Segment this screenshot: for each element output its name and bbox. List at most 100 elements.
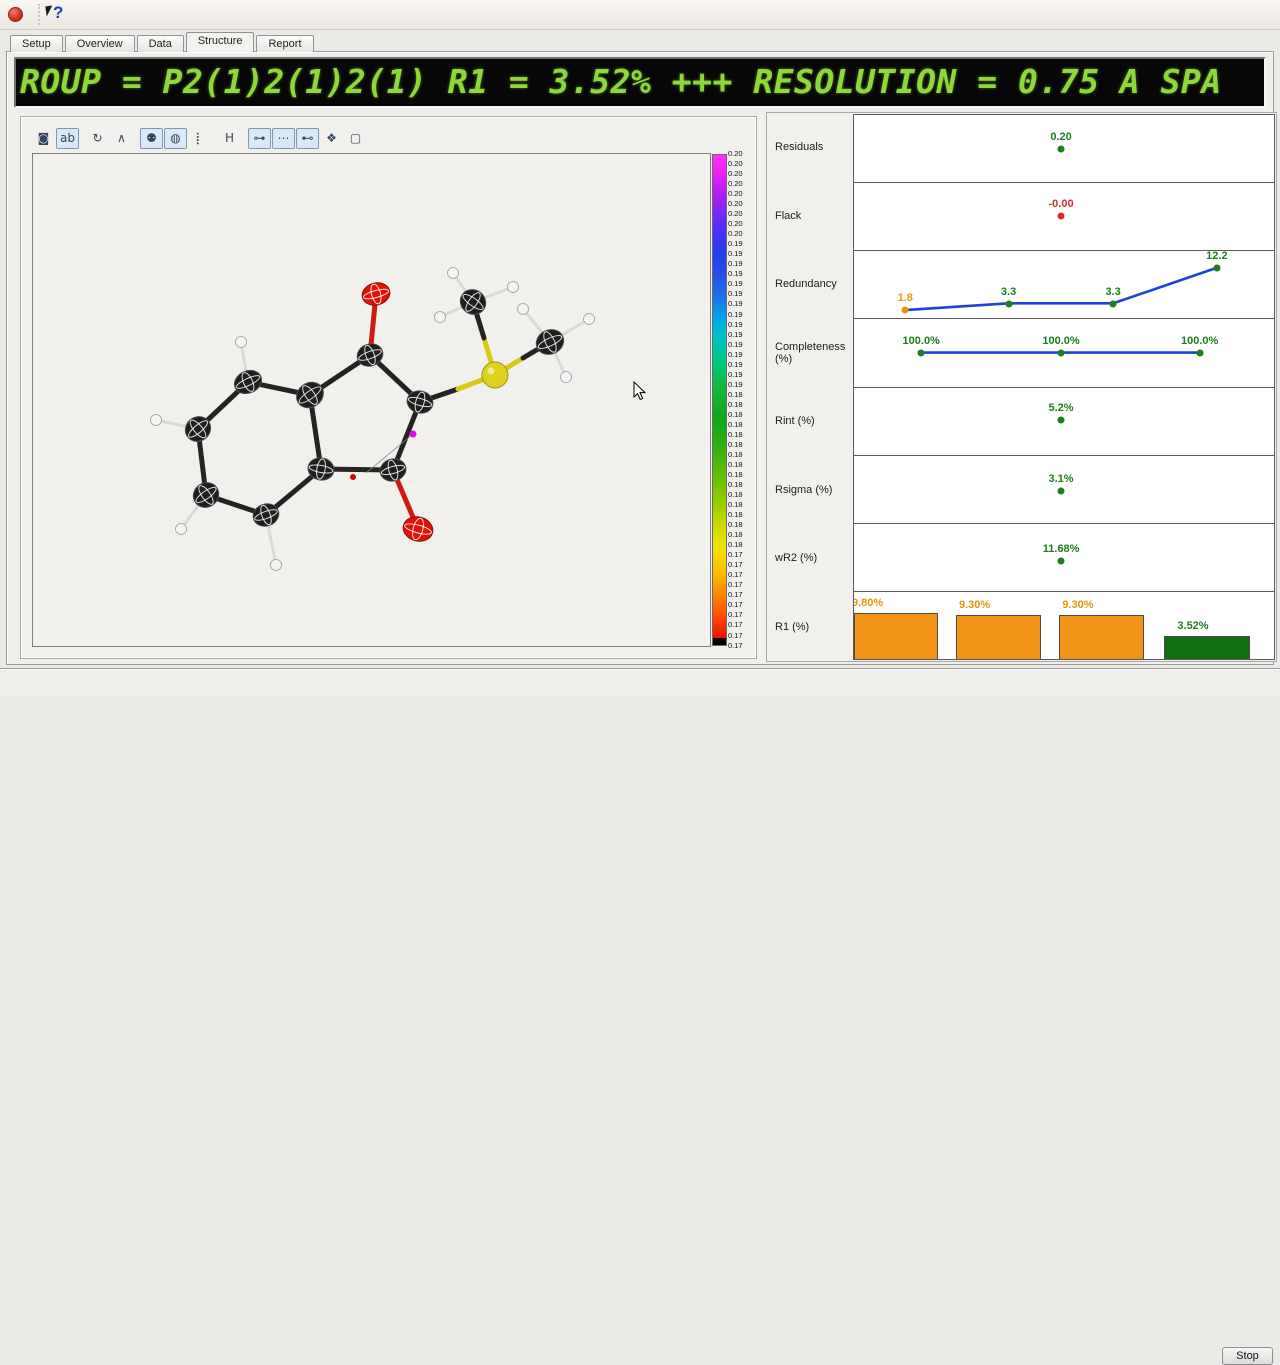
scale-tick-label: 0.17: [728, 642, 758, 650]
packing-icon[interactable]: ⡇: [188, 128, 211, 149]
hydrogens-toggle-icon[interactable]: H: [218, 128, 241, 149]
scale-tick-label: 0.19: [728, 290, 758, 298]
data-point-label: 100.0%: [1181, 335, 1218, 347]
scale-tick-label: 0.19: [728, 361, 758, 369]
top-toolbar: ?: [0, 0, 1280, 30]
scale-tick-label: 0.20: [728, 180, 758, 188]
tab-structure[interactable]: Structure: [186, 32, 255, 52]
oxygen-ellipsoid: [400, 514, 435, 545]
r1-bar: [854, 613, 938, 659]
stat-chart-completeness-: 100.0%100.0%100.0%: [854, 319, 1274, 387]
scale-tick-label: 0.20: [728, 200, 758, 208]
stop-record-icon[interactable]: [8, 7, 23, 22]
bond-distance-icon[interactable]: ⊶: [248, 128, 271, 149]
atom-labels-icon[interactable]: ab: [56, 128, 79, 149]
scale-tick-label: 0.18: [728, 431, 758, 439]
stat-row-labels: ResidualsFlackRedundancyCompleteness (%)…: [767, 113, 854, 661]
stop-button[interactable]: Stop: [1222, 1347, 1273, 1365]
stat-chart-residuals: 0.20: [854, 115, 1274, 183]
stat-label: Redundancy: [767, 250, 854, 319]
marker-dot: [410, 431, 417, 438]
scale-tick-label: 0.18: [728, 491, 758, 499]
r1-bar: [1059, 615, 1144, 659]
sulfur-atom: [482, 362, 508, 388]
lasso-select-icon[interactable]: ▢: [344, 128, 367, 149]
data-point: [1110, 300, 1117, 307]
collapse-icon[interactable]: ∧: [110, 128, 133, 149]
scale-tick-label: 0.18: [728, 521, 758, 529]
question-mark-icon: ?: [53, 3, 63, 23]
scale-tick-label: 0.20: [728, 160, 758, 168]
carbon-ellipsoid: [292, 377, 329, 413]
auto-rotate-icon[interactable]: ↻: [86, 128, 109, 149]
thermal-color-scale-bar: [712, 154, 727, 646]
scale-tick-label: 0.20: [728, 150, 758, 158]
scale-tick-label: 0.17: [728, 571, 758, 579]
scale-tick-label: 0.18: [728, 481, 758, 489]
tab-setup[interactable]: Setup: [10, 35, 63, 52]
oxygen-ellipsoid: [360, 280, 393, 308]
led-marquee: ROUP = P2(1)2(1)2(1) R1 = 3.52% +++ RESO…: [14, 57, 1266, 108]
scale-tick-label: 0.18: [728, 441, 758, 449]
scale-tick-label: 0.17: [728, 611, 758, 619]
stat-chart-wr2-: 11.68%: [854, 524, 1274, 592]
stat-label: Residuals: [767, 113, 854, 182]
data-point-label: 12.2: [1206, 251, 1227, 262]
tab-overview[interactable]: Overview: [65, 35, 135, 52]
r1-bar-label: 9.80%: [854, 597, 883, 609]
data-point-label: 11.68%: [1043, 543, 1080, 555]
data-point-label: 5.2%: [1049, 402, 1074, 414]
data-point: [1058, 488, 1065, 495]
scale-tick-label: 0.19: [728, 371, 758, 379]
stat-label: Rint (%): [767, 387, 854, 456]
screenshot-camera-icon[interactable]: ◙: [32, 128, 55, 149]
color-scale-labels: 0.200.200.200.200.200.200.200.200.200.19…: [728, 150, 758, 650]
scale-tick-label: 0.19: [728, 270, 758, 278]
stat-label: Rsigma (%): [767, 456, 854, 525]
led-marquee-text: ROUP = P2(1)2(1)2(1) R1 = 3.52% +++ RESO…: [16, 59, 1264, 105]
carbon-ellipsoid: [188, 478, 223, 513]
data-point: [1058, 557, 1065, 564]
scale-tick-label: 0.18: [728, 511, 758, 519]
scale-tick-label: 0.19: [728, 240, 758, 248]
data-point: [1213, 265, 1220, 272]
data-point: [902, 307, 909, 314]
refinement-stats-panel: ResidualsFlackRedundancyCompleteness (%)…: [766, 112, 1277, 662]
spacefill-style-icon[interactable]: ◍: [164, 128, 187, 149]
scale-tick-label: 0.18: [728, 501, 758, 509]
scale-tick-label: 0.17: [728, 601, 758, 609]
viewer-toolbar: ◙ab ↻∧ ⚉◍⡇ H ⊶⋯⊷❖▢: [32, 128, 367, 149]
context-help-icon[interactable]: ?: [46, 3, 68, 27]
bond-angle-icon[interactable]: ⊷: [296, 128, 319, 149]
hydrogen-atom: [176, 524, 187, 535]
scale-tick-label: 0.20: [728, 230, 758, 238]
molecule-3d-canvas[interactable]: [32, 153, 711, 647]
stat-chart-flack: -0.00: [854, 183, 1274, 251]
ball-style-icon[interactable]: ⚉: [140, 128, 163, 149]
scale-tick-label: 0.18: [728, 471, 758, 479]
data-point: [1058, 145, 1065, 152]
color-scale-end-cap: [713, 638, 726, 645]
data-point: [1005, 300, 1012, 307]
tab-data[interactable]: Data: [137, 35, 184, 52]
tab-report[interactable]: Report: [256, 35, 313, 52]
stat-chart-r1-: 9.80%9.30%9.30%3.52%: [854, 592, 1274, 659]
structure-viewer-panel: ◙ab↻∧⚉◍⡇H⊶⋯⊷❖▢ 0.200.200.200.200.200.200…: [20, 116, 757, 659]
scale-tick-label: 0.19: [728, 331, 758, 339]
scale-tick-label: 0.17: [728, 551, 758, 559]
measure-dashed-icon[interactable]: ⋯: [272, 128, 295, 149]
scale-tick-label: 0.18: [728, 391, 758, 399]
data-point: [1058, 349, 1065, 356]
scale-tick-label: 0.17: [728, 581, 758, 589]
stat-label: Flack: [767, 182, 854, 251]
scale-tick-label: 0.19: [728, 311, 758, 319]
r1-bar: [956, 615, 1041, 659]
scale-tick-label: 0.18: [728, 461, 758, 469]
data-point-label: 1.8: [898, 292, 913, 304]
data-point-label: 100.0%: [1042, 335, 1079, 347]
hydrogen-atom: [151, 415, 162, 426]
scale-tick-label: 0.19: [728, 250, 758, 258]
footer-bar: Stop: [0, 670, 1280, 696]
tag-icon[interactable]: ❖: [320, 128, 343, 149]
r1-bar-label: 3.52%: [1177, 620, 1208, 632]
